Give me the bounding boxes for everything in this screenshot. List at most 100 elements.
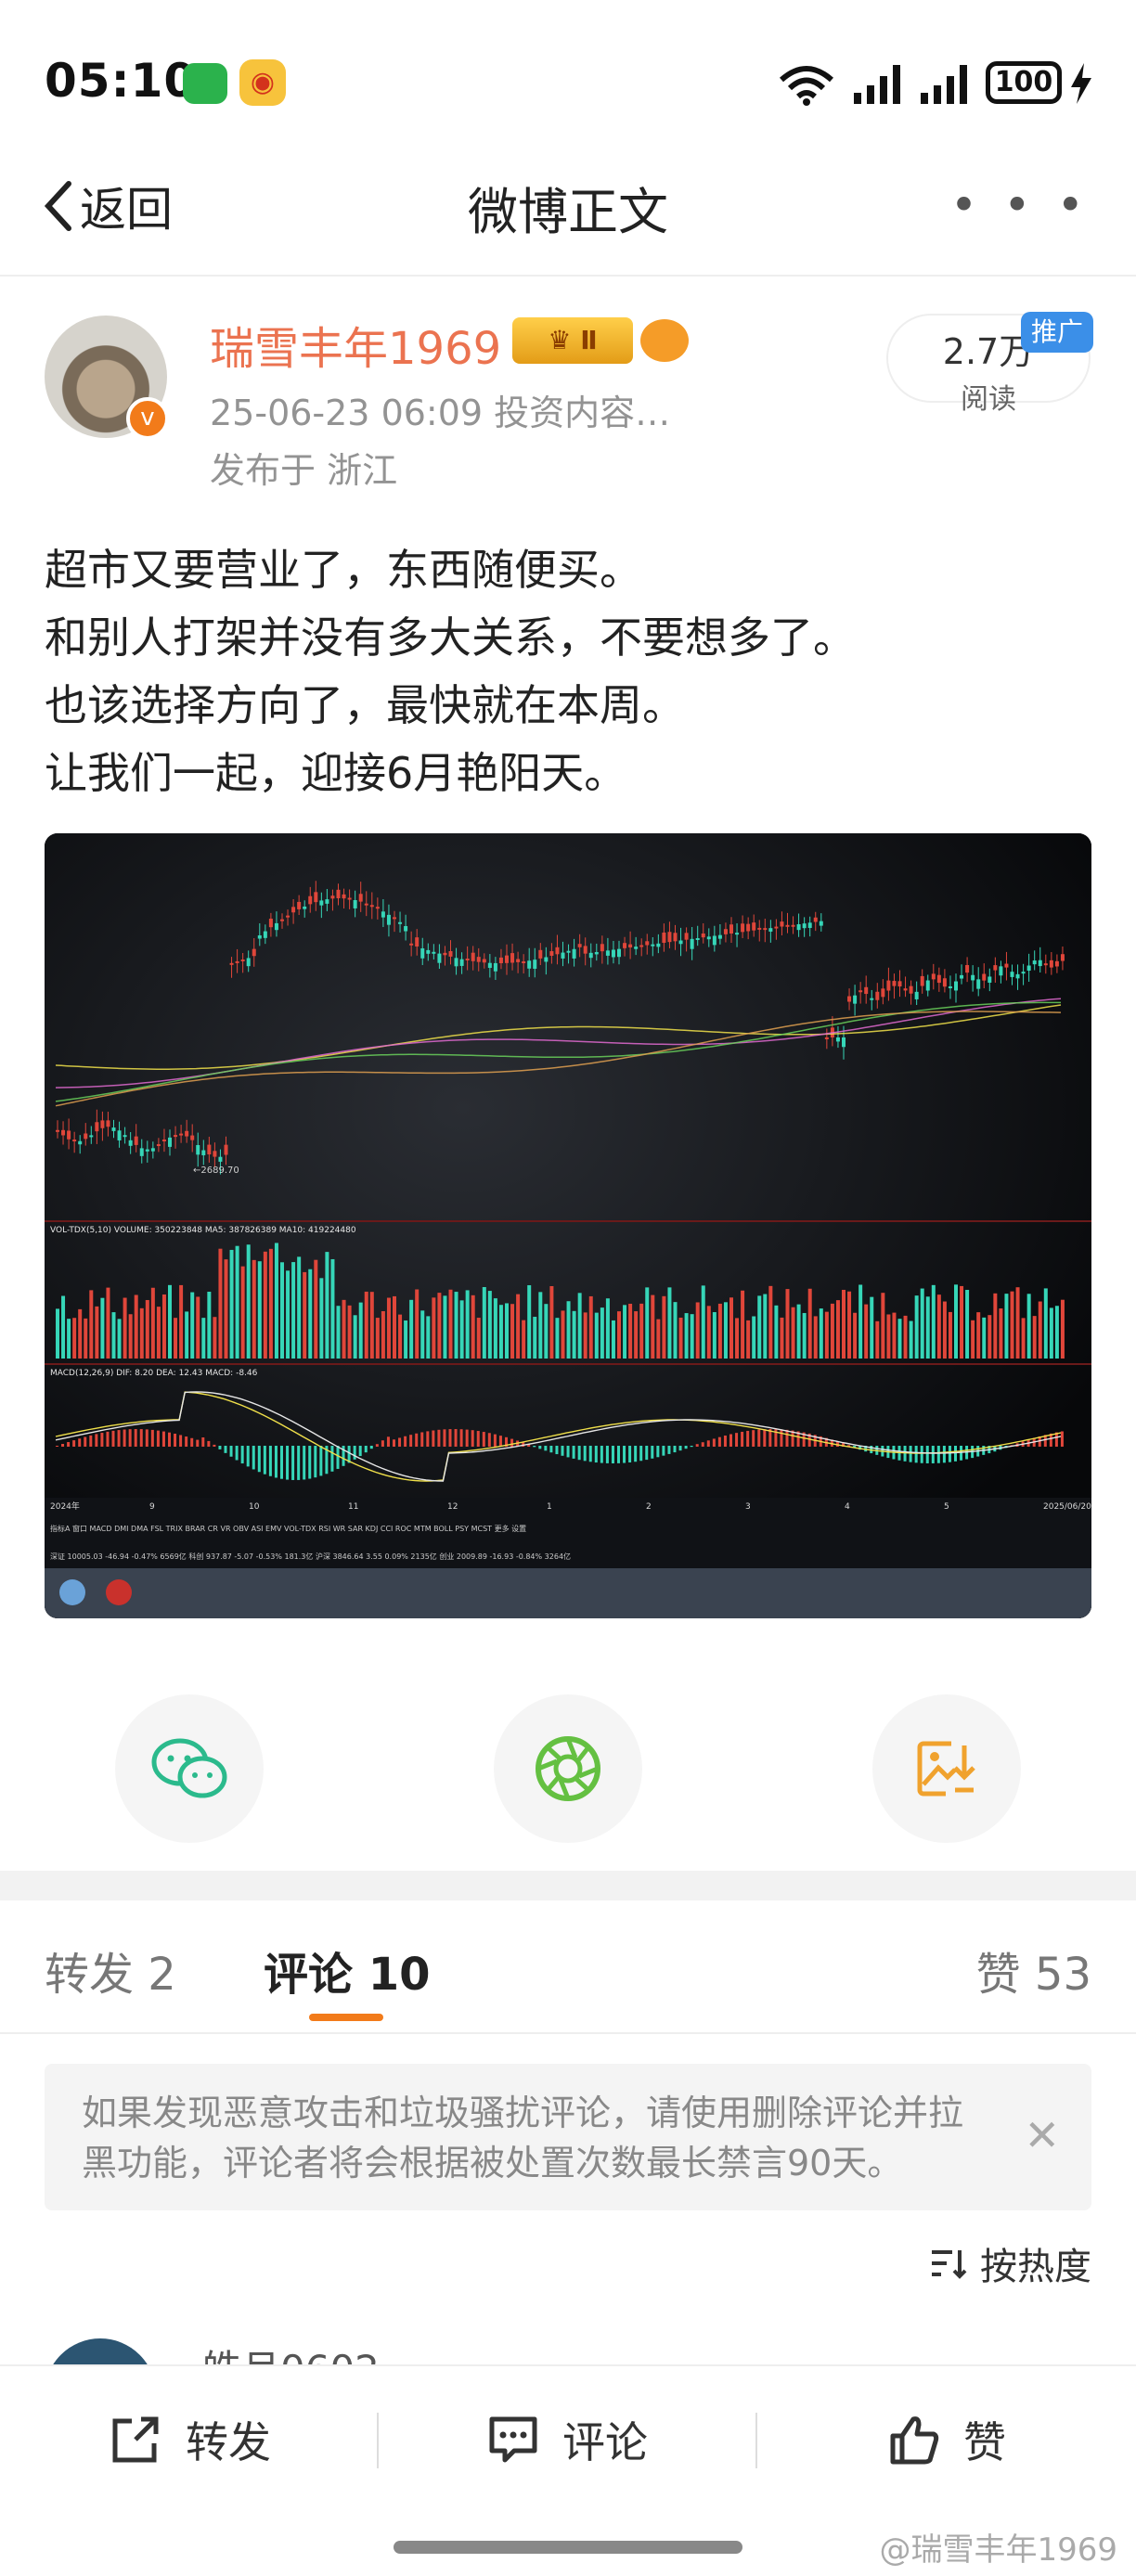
repost-button[interactable]: 转发 — [108, 2409, 271, 2470]
tab-likes[interactable]: 赞 53 — [976, 1938, 1091, 2003]
volume-bar — [791, 1307, 795, 1359]
macd-histogram-bar — [117, 1430, 121, 1447]
volume-bar — [291, 1262, 296, 1359]
volume-bar — [235, 1245, 239, 1359]
macd-histogram-bar — [735, 1433, 739, 1447]
price-candle — [174, 1135, 178, 1138]
price-candle — [735, 933, 740, 935]
macd-histogram-bar — [432, 1430, 435, 1447]
post-line: 也该选择方向了，最快就在本周。 — [45, 680, 685, 730]
price-candle — [1026, 965, 1031, 972]
macd-histogram-bar — [712, 1438, 716, 1447]
macd-histogram-bar — [544, 1446, 548, 1451]
macd-histogram-bar — [706, 1440, 710, 1447]
comment-button[interactable]: 评论 — [486, 2409, 648, 2470]
macd-histogram-bar — [533, 1446, 536, 1448]
price-candle — [156, 1144, 161, 1147]
price-candle — [161, 1139, 166, 1141]
price-candle — [583, 946, 587, 954]
price-candle — [757, 927, 762, 930]
price-candle — [549, 951, 554, 956]
price-candle — [291, 907, 296, 913]
volume-bar — [741, 1290, 745, 1359]
price-candle — [522, 961, 526, 964]
macd-histogram-bar — [56, 1446, 58, 1447]
volume-bar — [706, 1306, 711, 1359]
volume-bar — [684, 1313, 689, 1359]
tab-reposts[interactable]: 转发 2 — [45, 1938, 176, 2003]
member-level-badge: ♛ Ⅱ — [512, 317, 633, 364]
price-candle — [134, 1136, 138, 1145]
volume-bar — [796, 1304, 801, 1359]
volume-bar — [415, 1289, 420, 1359]
macd-histogram-bar — [353, 1446, 356, 1460]
macd-histogram-bar — [459, 1429, 463, 1447]
price-candle — [634, 947, 639, 949]
promote-badge[interactable]: 推广 — [1021, 312, 1093, 353]
macd-histogram-bar — [168, 1432, 171, 1447]
volume-bar — [213, 1317, 217, 1359]
tab-comments[interactable]: 评论 10 — [264, 1938, 431, 2003]
author-name[interactable]: 瑞雪丰年1969 — [210, 312, 501, 377]
volume-bar — [561, 1310, 565, 1359]
home-indicator[interactable] — [394, 2541, 742, 2554]
volume-bar — [544, 1304, 549, 1359]
price-candle — [448, 951, 453, 957]
volume-bar — [190, 1292, 195, 1359]
price-candle — [347, 897, 352, 900]
volume-bar — [555, 1318, 560, 1359]
price-candle — [426, 949, 431, 954]
macd-histogram-bar — [583, 1446, 587, 1462]
price-candle — [235, 960, 239, 963]
sort-label: 按热度 — [980, 2246, 1091, 2288]
macd-histogram-bar — [150, 1429, 154, 1447]
volume-bar — [752, 1316, 756, 1359]
price-candle — [145, 1149, 149, 1152]
price-candle — [690, 938, 694, 949]
price-candle — [67, 1130, 71, 1140]
price-candle — [190, 1135, 195, 1140]
macd-histogram-bar — [673, 1446, 677, 1453]
price-candle — [240, 959, 245, 961]
price-candle — [667, 932, 672, 943]
volume-bar — [1021, 1318, 1026, 1359]
price-candle — [201, 1150, 206, 1155]
close-icon[interactable]: ✕ — [1024, 2110, 1060, 2160]
price-candle — [566, 950, 571, 953]
x-axis-tick-label: 4 — [845, 1502, 850, 1512]
x-axis-tick-label: 2025/06/20 — [1043, 1502, 1091, 1512]
share-wechat-button[interactable] — [115, 1694, 264, 1843]
price-candle — [1004, 963, 1009, 968]
volume-bar — [201, 1318, 206, 1359]
volume-bar — [936, 1294, 941, 1359]
price-candle — [443, 952, 447, 956]
post-image[interactable]: ←2689.70 VOL-TDX(5,10) VOLUME: 350223848… — [45, 833, 1091, 1618]
volume-bar — [566, 1301, 571, 1359]
volume-bar — [510, 1304, 515, 1359]
share-moments-button[interactable] — [494, 1694, 642, 1843]
macd-histogram-bar — [185, 1436, 188, 1447]
volume-bar — [931, 1284, 936, 1359]
volume-bar — [605, 1298, 610, 1359]
price-candle — [314, 892, 318, 903]
sort-by-heat-button[interactable]: 按热度 — [930, 2236, 1091, 2290]
like-button[interactable]: 赞 — [887, 2409, 1006, 2470]
price-candle — [179, 1133, 184, 1136]
macd-histogram-bar — [493, 1434, 497, 1447]
volume-bar — [308, 1269, 313, 1359]
volume-bar — [651, 1294, 655, 1359]
volume-bar — [229, 1249, 234, 1359]
price-candle — [544, 957, 549, 962]
volume-bar — [903, 1315, 908, 1359]
volume-bar — [712, 1312, 716, 1359]
price-candle — [257, 935, 262, 939]
volume-bar — [145, 1299, 149, 1359]
macd-histogram-bar — [257, 1446, 261, 1473]
save-image-button[interactable] — [872, 1694, 1021, 1843]
active-tab-indicator — [309, 2014, 383, 2021]
volume-bar — [965, 1290, 970, 1359]
volume-bar — [128, 1314, 133, 1359]
volume-bar — [673, 1302, 678, 1359]
volume-bar — [656, 1319, 661, 1359]
more-menu-button[interactable]: • • • — [950, 178, 1090, 232]
